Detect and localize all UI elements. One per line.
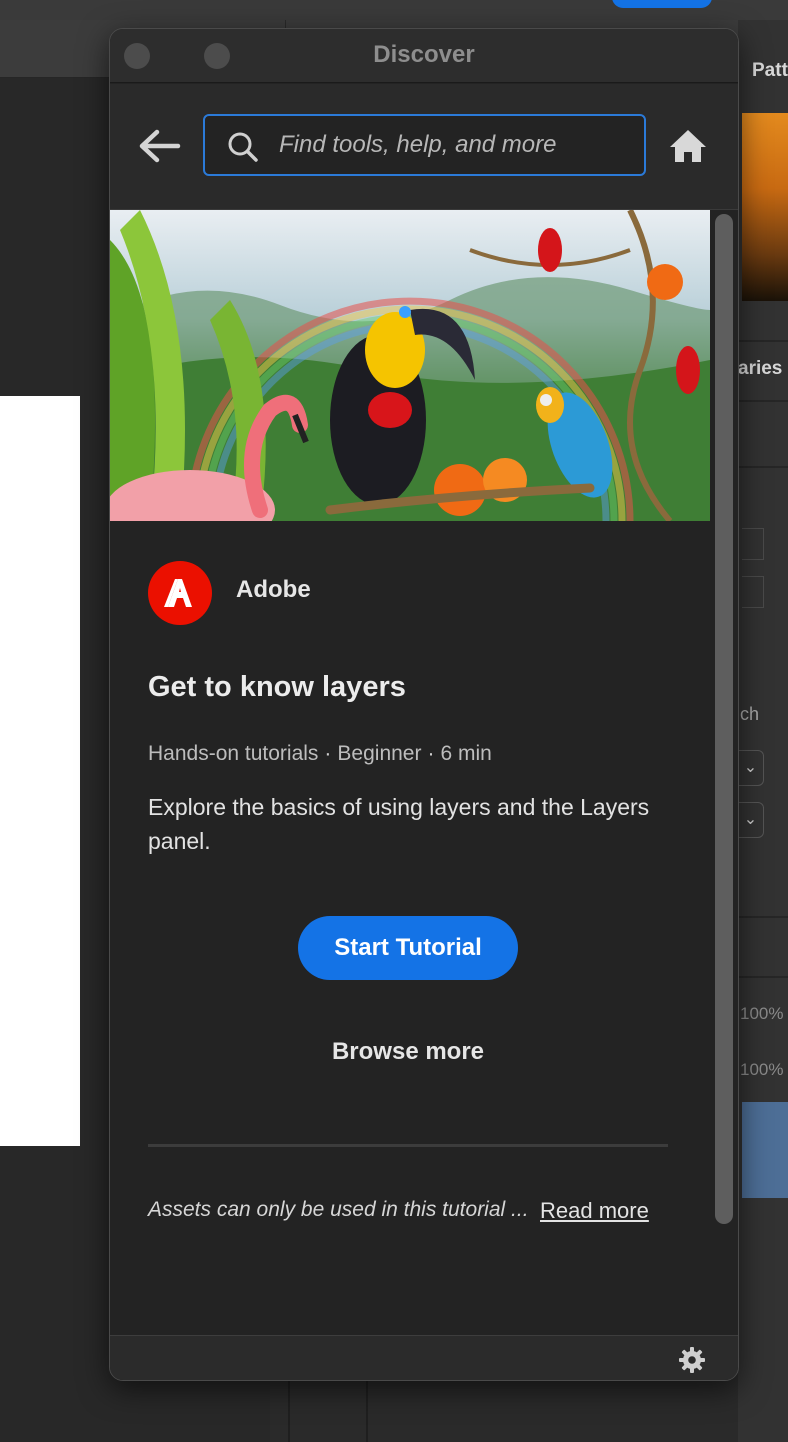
start-tutorial-button[interactable]: Start Tutorial — [298, 916, 518, 980]
tutorial-duration: 6 min — [440, 742, 492, 765]
gear-icon — [679, 1347, 705, 1373]
panel-divider — [288, 1380, 290, 1442]
search-input[interactable] — [279, 116, 634, 174]
home-icon — [670, 130, 706, 162]
tutorial-level: Beginner — [337, 742, 422, 765]
panel-divider — [366, 1380, 368, 1442]
discover-window: Discover Find tools, help, and more Adob… — [109, 28, 739, 1381]
search-icon — [228, 132, 258, 162]
settings-button[interactable] — [678, 1346, 706, 1374]
panel-separator — [738, 916, 788, 918]
panel-field-label: ch — [740, 704, 760, 724]
fill-value[interactable]: 100% — [740, 1060, 783, 1080]
tutorial-title: Get to know layers — [148, 671, 406, 703]
scrollbar-track[interactable] — [713, 210, 735, 1335]
libraries-panel-tab[interactable]: aries — [738, 358, 782, 380]
document-canvas[interactable] — [0, 396, 80, 1146]
panel-field[interactable] — [742, 528, 764, 560]
panel-dropdown[interactable]: ⌄ — [738, 750, 764, 786]
app-top-bar — [0, 0, 788, 20]
assets-notice: Assets can only be used in this tutorial… — [148, 1198, 529, 1221]
window-titlebar[interactable]: Discover — [110, 29, 738, 83]
panel-field[interactable] — [742, 576, 764, 608]
panel-dropdown[interactable]: ⌄ — [738, 802, 764, 838]
search-box[interactable] — [203, 114, 646, 176]
scrollbar-thumb[interactable] — [715, 214, 733, 1224]
window-footer — [110, 1335, 738, 1380]
panel-separator — [738, 340, 788, 342]
tutorial-hero-image — [110, 210, 710, 521]
patterns-panel-tab[interactable]: Patt — [752, 60, 788, 82]
back-button[interactable] — [138, 126, 182, 166]
window-title: Discover — [373, 41, 475, 68]
tutorial-meta: Hands-on tutorials · Beginner · 6 min — [148, 742, 492, 766]
tutorial-card: Adobe Get to know layers Hands-on tutori… — [110, 210, 710, 1335]
adobe-logo-icon — [148, 561, 212, 625]
tutorial-description: Explore the basics of using layers and t… — [148, 794, 650, 854]
app-top-action-button[interactable] — [612, 0, 712, 8]
gradient-swatch[interactable] — [742, 113, 788, 301]
separator-dot: · — [324, 742, 332, 765]
section-divider — [148, 1144, 668, 1147]
panel-separator — [738, 400, 788, 402]
panel-separator — [738, 466, 788, 468]
selected-layer-row[interactable] — [742, 1102, 788, 1198]
read-more-link[interactable]: Read more — [540, 1198, 649, 1224]
search-toolbar — [110, 84, 738, 210]
opacity-value[interactable]: 100% — [740, 1004, 783, 1024]
tutorial-category: Hands-on tutorials — [148, 742, 319, 765]
panel-separator — [738, 976, 788, 978]
arrow-left-icon — [139, 129, 181, 163]
home-button[interactable] — [668, 128, 708, 164]
separator-dot: · — [427, 742, 435, 765]
tutorial-author: Adobe — [236, 576, 311, 603]
browse-more-button[interactable]: Browse more — [278, 1030, 538, 1074]
